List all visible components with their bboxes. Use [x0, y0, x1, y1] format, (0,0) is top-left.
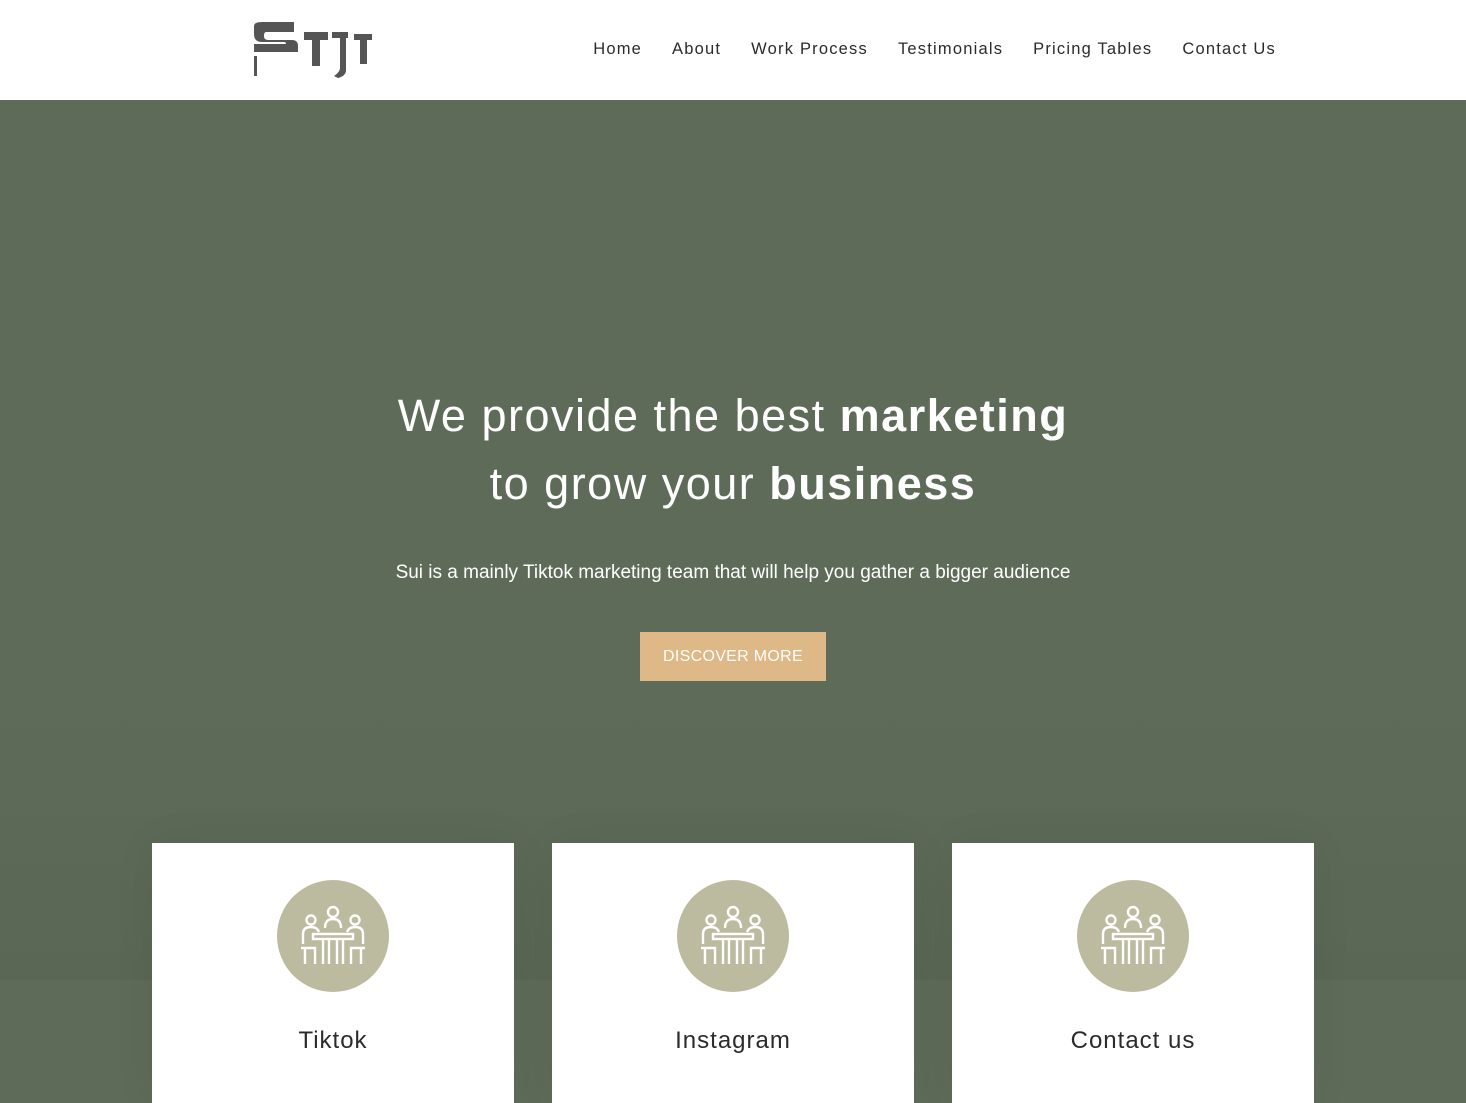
hero-subtitle: Sui is a mainly Tiktok marketing team th… [395, 562, 1071, 583]
hero-title-line1-normal: We provide the best [397, 390, 840, 441]
hero-title: We provide the best marketing to grow yo… [0, 382, 1466, 518]
nav-home[interactable]: Home [593, 37, 642, 61]
card-title: Instagram [675, 1027, 791, 1054]
service-card-tiktok[interactable]: Tiktok [152, 843, 514, 1103]
nav-testimonials[interactable]: Testimonials [898, 37, 1003, 61]
hero-title-line2-bold: business [769, 458, 977, 509]
icon-circle [277, 880, 389, 992]
card-title: Contact us [1070, 1027, 1196, 1054]
service-card-contact[interactable]: Contact us [952, 843, 1314, 1103]
card-title: Tiktok [298, 1027, 368, 1054]
nav-work-process[interactable]: Work Process [751, 37, 868, 61]
meeting-people-icon [1101, 905, 1165, 964]
meeting-people-icon [301, 905, 365, 964]
discover-more-button[interactable]: DISCOVER MORE [640, 632, 826, 681]
service-card-instagram[interactable]: Instagram [552, 843, 914, 1103]
brand-logo[interactable] [250, 14, 380, 84]
hero-title-line2-normal: to grow your [489, 458, 770, 509]
nav-about[interactable]: About [672, 37, 721, 61]
icon-circle [1077, 880, 1189, 992]
site-header: Home About Work Process Testimonials Pri… [0, 0, 1466, 100]
hero-title-line1-bold: marketing [839, 390, 1069, 441]
meeting-people-icon [701, 905, 765, 964]
brand-logo-mark [254, 22, 372, 78]
main-nav: Home About Work Process Testimonials Pri… [563, 37, 1276, 61]
nav-pricing-tables[interactable]: Pricing Tables [1033, 37, 1152, 61]
icon-circle [677, 880, 789, 992]
nav-contact-us[interactable]: Contact Us [1182, 37, 1276, 61]
